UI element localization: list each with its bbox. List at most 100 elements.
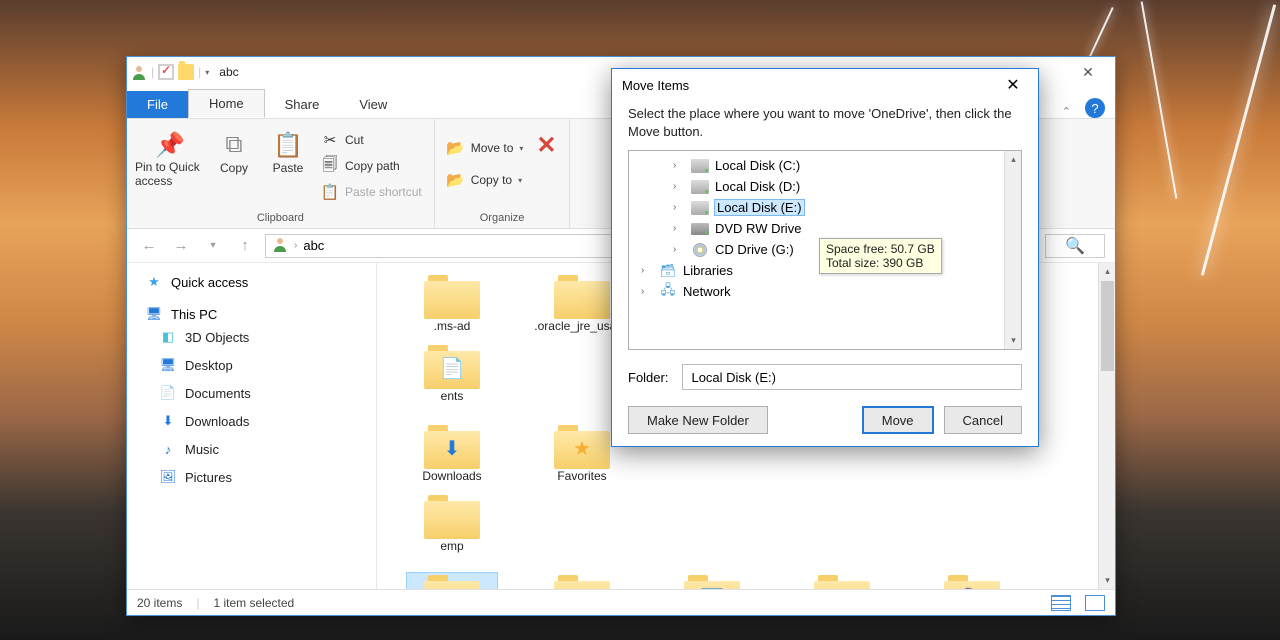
expand-icon[interactable]: › — [673, 160, 685, 171]
folder-item-downloads[interactable]: ⬇Downloads — [407, 423, 497, 483]
scroll-up-icon[interactable]: ▴ — [1005, 151, 1022, 168]
dialog-close-button[interactable]: ✕ — [998, 75, 1028, 95]
folder-item-partial[interactable]: 📄ents — [407, 343, 497, 403]
move-button[interactable]: Move — [862, 406, 934, 434]
expand-icon[interactable]: › — [673, 223, 685, 234]
monitor-icon: 🖥 — [145, 305, 163, 323]
lightning-bolt — [1141, 1, 1178, 198]
cut-button[interactable]: ✂Cut — [317, 129, 426, 151]
folder-icon — [554, 573, 610, 589]
folder-item-saved-games[interactable]: ♟Saved Games — [797, 573, 887, 589]
pin-to-quick-access-button[interactable]: 📌 Pin to Quick access — [135, 123, 205, 189]
sidebar-item-downloads[interactable]: ⬇Downloads — [141, 407, 376, 435]
tree-scrollbar[interactable]: ▴ ▾ — [1004, 151, 1021, 349]
drive-tooltip: Space free: 50.7 GB Total size: 390 GB — [819, 238, 942, 274]
drive-icon — [691, 159, 709, 173]
properties-icon[interactable] — [158, 64, 174, 80]
folder-icon: ♟ — [814, 573, 870, 589]
sidebar-item-documents[interactable]: 📄Documents — [141, 379, 376, 407]
tree-item-network[interactable]: ›🖧Network — [641, 281, 1021, 302]
search-input[interactable]: 🔍 — [1045, 234, 1105, 258]
expand-icon[interactable]: › — [641, 265, 653, 276]
folder-item-partial[interactable]: emp — [407, 493, 497, 553]
tree-item-local-disk-c[interactable]: ›Local Disk (C:) — [641, 155, 1021, 176]
breadcrumb-current[interactable]: abc — [303, 238, 324, 253]
tree-item-local-disk-d[interactable]: ›Local Disk (D:) — [641, 176, 1021, 197]
dvd-drive-icon — [691, 222, 709, 236]
download-arrow-icon: ⬇ — [439, 435, 465, 461]
user-icon — [272, 236, 288, 255]
folder-item[interactable]: .ms-ad — [407, 273, 497, 333]
folder-icon[interactable] — [178, 64, 194, 80]
folder-item-photoshop-temp[interactable]: Photoshop temp — [537, 573, 627, 589]
help-icon[interactable]: ? — [1085, 98, 1105, 118]
back-button[interactable]: ← — [137, 234, 161, 258]
folder-icon — [554, 273, 610, 319]
tab-home[interactable]: Home — [188, 89, 265, 118]
group-label-clipboard: Clipboard — [257, 210, 304, 228]
sidebar-this-pc[interactable]: 🖥This PC — [141, 305, 376, 323]
paste-shortcut-icon: 📋 — [321, 183, 339, 201]
music-icon: ♪ — [159, 440, 177, 458]
paste-button[interactable]: 📋 Paste — [263, 123, 313, 175]
close-button[interactable]: ✕ — [1065, 57, 1111, 87]
copy-to-button[interactable]: 📂Copy to▾ — [443, 169, 528, 191]
folder-input[interactable] — [682, 364, 1022, 390]
scroll-down-icon[interactable]: ▾ — [1099, 572, 1115, 589]
tree-item-local-disk-e[interactable]: ›Local Disk (E:) — [641, 197, 1021, 218]
scroll-down-icon[interactable]: ▾ — [1005, 332, 1022, 349]
icons-view-icon[interactable] — [1085, 595, 1105, 611]
separator: | — [198, 65, 201, 79]
forward-button[interactable]: → — [169, 234, 193, 258]
up-button[interactable]: ↑ — [233, 234, 257, 258]
sidebar-item-music[interactable]: ♪Music — [141, 435, 376, 463]
scrollbar[interactable]: ▴ ▾ — [1098, 263, 1115, 589]
recent-dropdown[interactable]: ▾ — [201, 234, 225, 258]
collapse-ribbon-icon[interactable]: ⌃ — [1062, 105, 1071, 118]
folder-item-pictures[interactable]: 🖼Pictures — [667, 573, 757, 589]
sidebar-item-pictures[interactable]: 🖼Pictures — [141, 463, 376, 491]
qat-dropdown-icon[interactable]: ▾ — [205, 68, 209, 77]
dialog-title: Move Items — [622, 78, 689, 93]
expand-icon[interactable]: › — [673, 244, 685, 255]
expand-icon[interactable]: › — [641, 286, 653, 297]
item-count: 20 items — [137, 596, 182, 610]
sidebar-item-desktop[interactable]: 🖥Desktop — [141, 351, 376, 379]
navigation-pane[interactable]: ★Quick access 🖥This PC ◧3D Objects 🖥Desk… — [127, 263, 377, 589]
make-new-folder-button[interactable]: Make New Folder — [628, 406, 768, 434]
copy-path-button[interactable]: 🗐Copy path — [317, 155, 426, 177]
quick-access-toolbar: | | ▾ — [131, 64, 209, 80]
tab-file[interactable]: File — [127, 91, 188, 118]
folder-icon — [424, 493, 480, 539]
magnifier-icon: 🔍 — [959, 585, 985, 589]
copy-button[interactable]: ⧉ Copy — [209, 123, 259, 175]
move-to-button[interactable]: 📂Move to▾ — [443, 137, 528, 159]
move-items-dialog: Move Items ✕ Select the place where you … — [611, 68, 1039, 447]
delete-icon: ✕ — [530, 129, 562, 161]
delete-button[interactable]: ✕ — [531, 123, 561, 161]
cube-icon: ◧ — [159, 328, 177, 346]
libraries-icon: 🗃 — [659, 264, 677, 278]
folder-item-searches[interactable]: 🔍Searches — [927, 573, 1017, 589]
folder-item-onedrive[interactable]: ☁OneDrive — [407, 573, 497, 589]
picture-icon: 🖼 — [159, 468, 177, 486]
tab-view[interactable]: View — [339, 91, 407, 118]
scroll-thumb[interactable] — [1101, 281, 1114, 371]
tab-share[interactable]: Share — [265, 91, 340, 118]
tree-item-dvd-drive[interactable]: ›DVD RW Drive — [641, 218, 1021, 239]
expand-icon[interactable]: › — [673, 181, 685, 192]
details-view-icon[interactable] — [1051, 595, 1071, 611]
window-title: abc — [219, 65, 238, 79]
dialog-title-bar[interactable]: Move Items ✕ — [612, 69, 1038, 101]
dropdown-icon: ▾ — [519, 144, 523, 153]
expand-icon[interactable]: › — [673, 202, 685, 213]
scroll-up-icon[interactable]: ▴ — [1099, 263, 1115, 280]
star-icon: ★ — [145, 273, 163, 291]
cancel-button[interactable]: Cancel — [944, 406, 1022, 434]
document-overlay-icon: 📄 — [439, 355, 465, 381]
chess-icon: ♟ — [829, 585, 855, 589]
folder-tree[interactable]: ›Local Disk (C:) ›Local Disk (D:) ›Local… — [628, 150, 1022, 350]
folder-icon — [424, 273, 480, 319]
sidebar-item-3d-objects[interactable]: ◧3D Objects — [141, 323, 376, 351]
sidebar-quick-access[interactable]: ★Quick access — [141, 273, 376, 291]
